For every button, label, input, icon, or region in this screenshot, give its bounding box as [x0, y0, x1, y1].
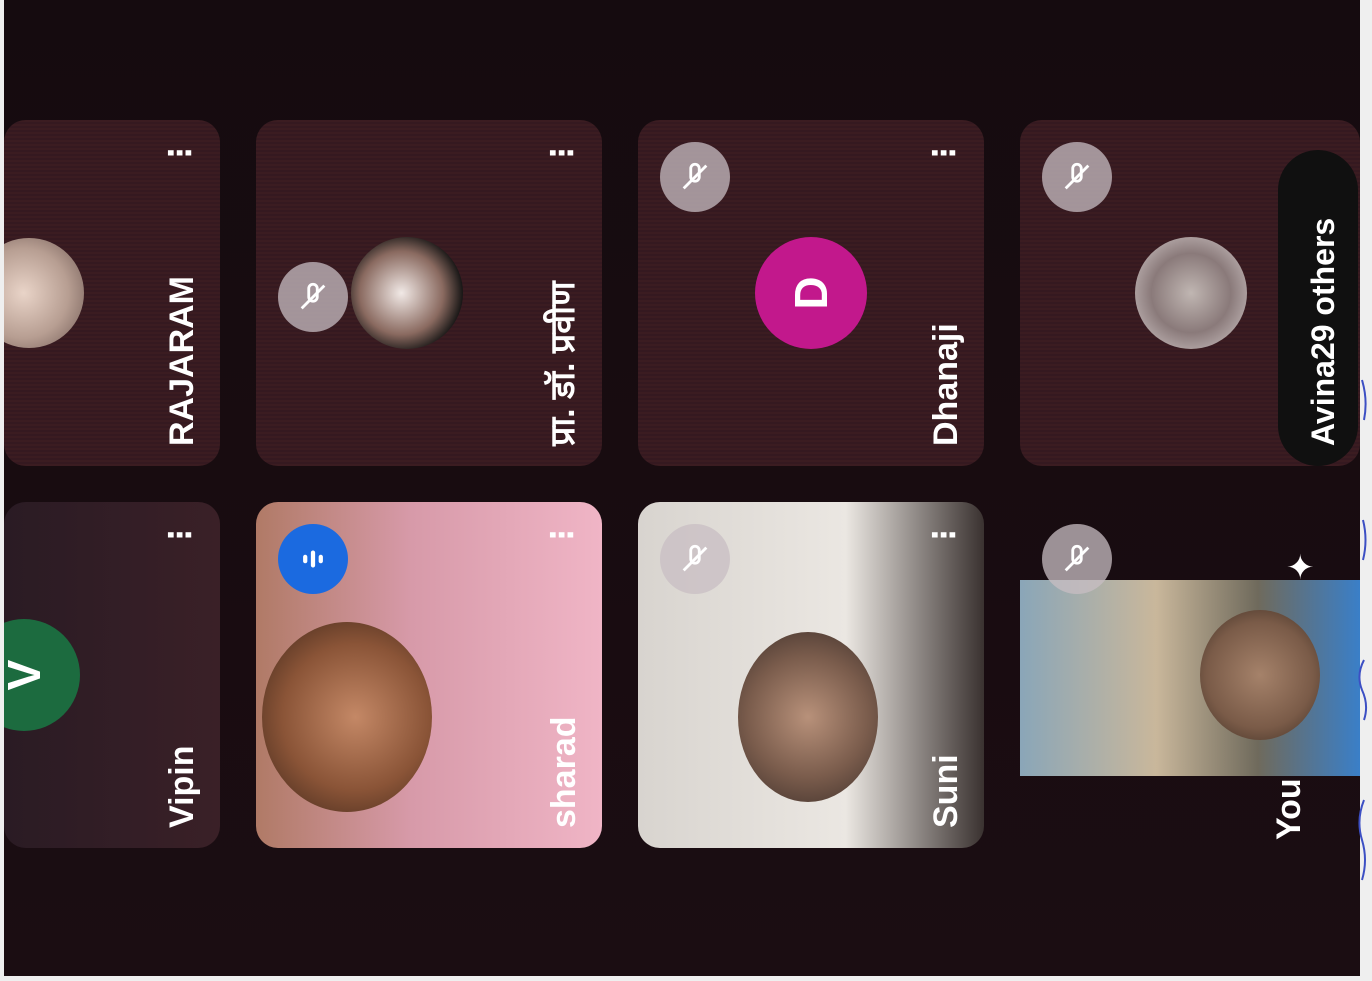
participant-name-truncated: Avina	[1305, 360, 1341, 446]
participant-name: Suni	[927, 754, 965, 828]
participant-name: Dhanaji	[927, 323, 965, 446]
avatar-initial: D	[785, 276, 837, 310]
participant-tile-vipin[interactable]: V Vipin ⋮	[4, 502, 220, 848]
avatar: V	[4, 619, 80, 731]
participant-tile-rajaram[interactable]: RAJARAM ⋮	[4, 120, 220, 466]
participant-tile-pravin[interactable]: प्रा. डॉ. प्रवीण ⋮	[256, 120, 602, 466]
handwriting-mark	[1358, 379, 1368, 881]
participant-tile-sharad[interactable]: sharad ⋮	[256, 502, 602, 848]
avatar-initial: V	[4, 660, 51, 691]
more-options-icon[interactable]: ⋮	[927, 522, 962, 550]
avatar	[351, 237, 463, 349]
participant-name: Vipin	[163, 745, 201, 829]
more-options-icon[interactable]: ⋮	[163, 140, 198, 168]
avatar	[1135, 237, 1247, 349]
participant-tile-suni[interactable]: Suni ⋮	[638, 502, 984, 848]
meeting-grid: RAJARAM ⋮ V Vipin ⋮ प्रा. डॉ. प्रवीण ⋮ s…	[4, 0, 1360, 976]
more-options-icon[interactable]: ⋮	[545, 522, 580, 550]
video-face	[1200, 610, 1320, 740]
mic-off-icon	[1042, 524, 1112, 594]
participant-name: sharad	[545, 716, 583, 829]
avatar: D	[755, 237, 867, 349]
participant-name-you: You	[1270, 778, 1308, 840]
more-options-icon[interactable]: ⋮	[545, 140, 580, 168]
more-options-icon[interactable]: ⋮	[927, 140, 962, 168]
participant-tile-others[interactable]: Avina29 others	[1020, 120, 1360, 466]
participant-name: RAJARAM	[163, 276, 201, 446]
participant-tile-you[interactable]	[1020, 580, 1360, 776]
sparkle-icon[interactable]: ✦	[1286, 548, 1315, 588]
participant-tile-dhanaji[interactable]: D Dhanaji ⋮	[638, 120, 984, 466]
participant-name: प्रा. डॉ. प्रवीण	[544, 281, 582, 446]
avatar	[4, 238, 84, 348]
participant-name: Avina29 others	[1305, 218, 1342, 446]
others-count[interactable]: 29 others	[1305, 218, 1341, 360]
more-options-icon[interactable]: ⋮	[163, 522, 198, 550]
